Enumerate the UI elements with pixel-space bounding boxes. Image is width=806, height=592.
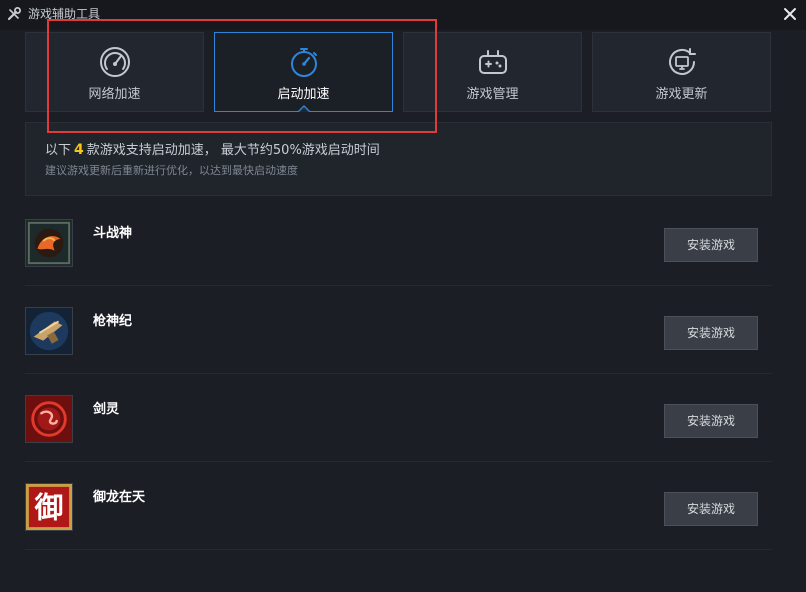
tab-label: 游戏更新 — [655, 87, 708, 102]
tab-label: 游戏管理 — [466, 87, 519, 102]
tab-game-update[interactable]: 游戏更新 — [592, 32, 771, 112]
install-game-button[interactable]: 安装游戏 — [664, 316, 758, 350]
tab-label: 启动加速 — [277, 87, 330, 102]
info-suffix: 款游戏支持启动加速， 最大节约50%游戏启动时间 — [86, 143, 380, 158]
doushenzhan-game-icon — [25, 219, 73, 267]
tab-label: 网络加速 — [88, 87, 141, 102]
game-name: 剑灵 — [93, 402, 120, 417]
install-game-button[interactable]: 安装游戏 — [664, 228, 758, 262]
active-tab-indicator-inner — [299, 107, 309, 112]
game-name: 御龙在天 — [93, 490, 146, 505]
close-icon[interactable] — [782, 6, 798, 22]
tab-bar: 网络加速 启动加速 游戏管理 游戏更新 — [25, 32, 772, 112]
qiangshenji-game-icon — [25, 307, 73, 355]
window-title: 游戏辅助工具 — [28, 7, 101, 21]
info-prefix: 以下 — [45, 143, 72, 158]
list-item: 枪神纪 安装游戏 — [25, 286, 772, 374]
info-summary: 以下 4 款游戏支持启动加速， 最大节约50%游戏启动时间 — [45, 141, 380, 160]
stopwatch-icon — [291, 48, 317, 77]
tab-launch-acceleration[interactable]: 启动加速 — [214, 32, 393, 112]
app-window: 游戏辅助工具 网络加速 启动加速 游戏管理 游戏更新 以下 4 款游戏支持启动加… — [0, 0, 806, 592]
tab-network-acceleration[interactable]: 网络加速 — [25, 32, 204, 112]
list-item: 斗战神 安装游戏 — [25, 198, 772, 286]
game-list: 斗战神 安装游戏 枪神纪 安装游戏 剑灵 安装游戏 御 御龙在天 安装游戏 — [25, 198, 772, 550]
tab-game-management[interactable]: 游戏管理 — [403, 32, 582, 112]
game-name: 枪神纪 — [93, 314, 133, 329]
jianling-game-icon — [25, 395, 73, 443]
yu-glyph: 御 — [34, 491, 64, 525]
info-hint: 建议游戏更新后重新进行优化，以达到最快启动速度 — [45, 164, 298, 177]
game-count: 4 — [74, 142, 84, 158]
info-panel: 以下 4 款游戏支持启动加速， 最大节约50%游戏启动时间 建议游戏更新后重新进行优… — [25, 122, 772, 196]
game-name: 斗战神 — [93, 226, 133, 241]
list-item: 御 御龙在天 安装游戏 — [25, 462, 772, 550]
monitor-update-icon — [669, 48, 696, 75]
speedometer-icon — [100, 47, 130, 77]
yulongzaitian-game-icon: 御 — [25, 483, 73, 531]
title-bar: 游戏辅助工具 — [0, 0, 806, 30]
install-game-button[interactable]: 安装游戏 — [664, 492, 758, 526]
tools-icon — [7, 7, 21, 21]
gamepad-icon — [479, 50, 507, 74]
install-game-button[interactable]: 安装游戏 — [664, 404, 758, 438]
list-item: 剑灵 安装游戏 — [25, 374, 772, 462]
